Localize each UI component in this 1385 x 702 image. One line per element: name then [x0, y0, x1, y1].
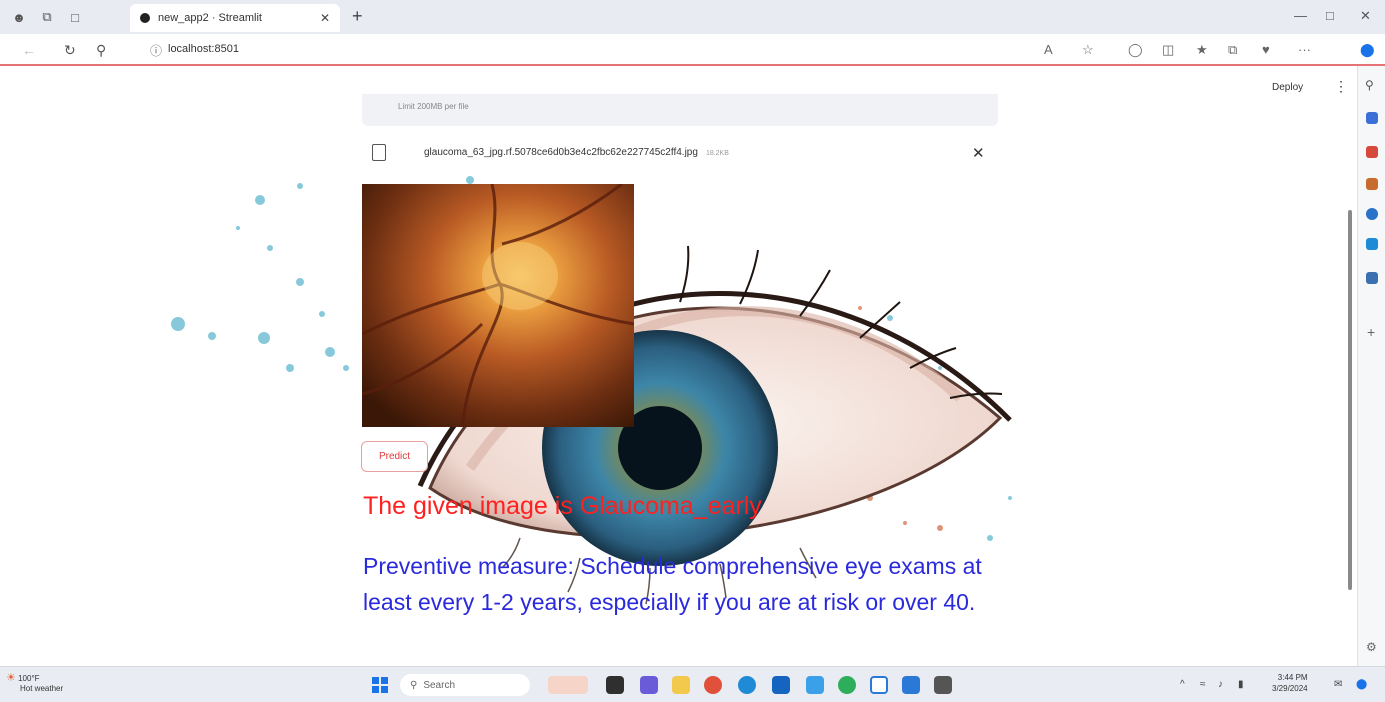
extension-icon[interactable]: ◯ [1128, 42, 1143, 58]
search-icon[interactable]: ⚲ [96, 42, 106, 59]
minimize-icon[interactable]: — [1294, 8, 1307, 23]
file-icon [372, 144, 386, 161]
uploader-limit-text: Limit 200MB per file [398, 102, 469, 111]
tab-actions-icon[interactable]: □ [66, 8, 84, 26]
split-screen-icon[interactable]: ◫ [1162, 42, 1174, 58]
prediction-result-text: The given image is Glaucoma_early [363, 492, 762, 520]
copilot-taskbar-icon[interactable] [806, 676, 824, 694]
copilot-tray-icon[interactable]: ⬤ [1356, 679, 1367, 690]
tab-title: new_app2 · Streamlit [158, 12, 262, 24]
uploaded-file-row: glaucoma_63_jpg.rf.5078ce6d0b3e4c2fbc62e… [362, 140, 998, 166]
deploy-button[interactable]: Deploy [1272, 82, 1303, 93]
sidebar-drop-icon[interactable] [1366, 272, 1378, 284]
weather-icon: ☀ [6, 672, 16, 684]
uploaded-fundus-image [362, 184, 634, 427]
url-field[interactable]: localhost:8501 [168, 43, 239, 55]
tab-close-icon[interactable]: ✕ [320, 11, 330, 25]
clock-date: 3/29/2024 [1272, 684, 1308, 693]
window-close-icon[interactable]: ✕ [1360, 8, 1371, 24]
browser-essentials-icon[interactable]: ♥ [1262, 42, 1270, 57]
tray-chevron-icon[interactable]: ^ [1180, 679, 1185, 690]
file-explorer-icon[interactable] [672, 676, 690, 694]
predict-button[interactable]: Predict [361, 441, 428, 472]
site-info-icon[interactable]: ⓘ [150, 42, 162, 59]
windows-taskbar: ☀ 100°F Hot weather ⚲ Search ^ ≈ ♪ ▮ 3:4… [0, 666, 1385, 702]
sidebar-settings-icon[interactable]: ⚙ [1366, 640, 1378, 654]
taskbar-search-icon: ⚲ [410, 679, 418, 691]
clock-time: 3:44 PM [1277, 673, 1308, 682]
new-tab-icon[interactable]: + [352, 6, 363, 27]
favorites-icon[interactable]: ★ [1196, 42, 1208, 58]
more-icon[interactable]: ··· [1298, 42, 1311, 57]
remove-file-icon[interactable]: ✕ [972, 144, 985, 162]
media-icon[interactable] [934, 676, 952, 694]
uploaded-file-name: glaucoma_63_jpg.rf.5078ce6d0b3e4c2fbc62e… [424, 147, 729, 158]
sidebar-games-icon[interactable] [1366, 178, 1378, 190]
taskbar-search-placeholder: Search [423, 679, 456, 691]
sidebar-outlook-icon[interactable] [1366, 238, 1378, 250]
read-aloud-icon[interactable]: A [1044, 42, 1053, 57]
sidebar-shopping-icon[interactable] [1366, 112, 1378, 124]
photos-icon[interactable] [870, 676, 888, 694]
screen: ☻ ⧉ □ new_app2 · Streamlit ✕ + — □ ✕ ← ↻… [0, 0, 1385, 702]
streamlit-app: Deploy ⋮ Limit 200MB per file glaucoma_6… [0, 68, 1356, 666]
favorite-star-icon[interactable]: ☆ [1082, 42, 1094, 58]
collections-toolbar-icon[interactable]: ⧉ [1228, 42, 1237, 58]
back-icon[interactable]: ← [22, 42, 36, 58]
preventive-measure-text: Preventive measure: Schedule comprehensi… [363, 553, 982, 615]
taskbar-clock[interactable]: 3:44 PM 3/29/2024 [1272, 672, 1308, 694]
refresh-icon[interactable]: ↻ [64, 42, 76, 59]
chrome-icon[interactable] [704, 676, 722, 694]
teams-icon[interactable] [640, 676, 658, 694]
maximize-icon[interactable]: □ [1326, 8, 1334, 23]
wifi-icon[interactable]: ≈ [1200, 679, 1206, 690]
windows-start-icon[interactable] [372, 677, 388, 693]
green-app-icon[interactable] [838, 676, 856, 694]
collections-icon[interactable]: ⧉ [38, 8, 56, 26]
weather-temp: 100°F [18, 674, 40, 683]
sidebar-office-icon[interactable] [1366, 208, 1378, 220]
volume-icon[interactable]: ♪ [1218, 679, 1223, 690]
store-icon[interactable] [772, 676, 790, 694]
main-menu-icon[interactable]: ⋮ [1334, 78, 1348, 95]
taskbar-search-input[interactable]: ⚲ Search [400, 674, 530, 696]
battery-icon[interactable]: ▮ [1238, 679, 1244, 690]
weather-desc: Hot weather [20, 684, 64, 693]
sidebar-tools-icon[interactable] [1366, 146, 1378, 158]
copilot-icon[interactable]: ⬤ [1360, 42, 1375, 58]
sidebar-add-icon[interactable]: + [1367, 324, 1379, 340]
page-scrollbar[interactable] [1348, 210, 1352, 590]
weather-widget[interactable]: ☀ 100°F Hot weather [6, 673, 63, 694]
address-bar: ← ↻ ⚲ ⓘ localhost:8501 A ☆ ◯ ◫ ★ ⧉ ♥ ···… [0, 34, 1385, 66]
streamlit-favicon-icon [140, 13, 150, 23]
edge-sidebar: ⚲ + ⚙ [1357, 66, 1385, 666]
edge-icon[interactable] [738, 676, 756, 694]
task-view-icon[interactable] [606, 676, 624, 694]
browser-tab-bar: ☻ ⧉ □ new_app2 · Streamlit ✕ + — □ ✕ [0, 0, 1385, 34]
notification-icon[interactable]: ✉ [1334, 679, 1342, 690]
sidebar-search-icon[interactable]: ⚲ [1365, 78, 1377, 92]
taskbar-widget-icon[interactable] [548, 676, 588, 694]
profile-icon[interactable]: ☻ [10, 8, 28, 26]
browser-tab-active[interactable]: new_app2 · Streamlit ✕ [130, 4, 340, 32]
file-size: 18.2KB [705, 150, 729, 157]
vscode-icon[interactable] [902, 676, 920, 694]
